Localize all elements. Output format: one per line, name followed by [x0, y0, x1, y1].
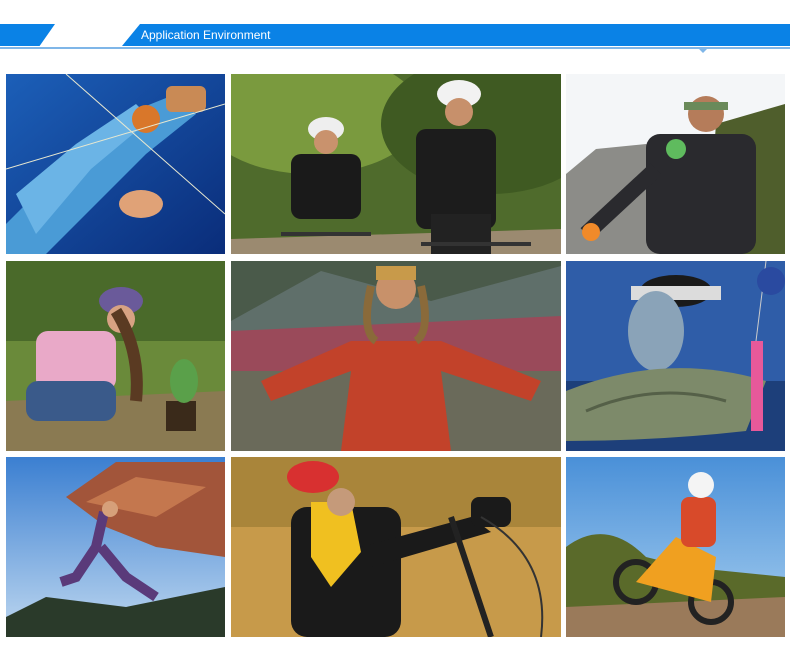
rock-climbing-photo	[566, 74, 785, 254]
gardening-photo	[6, 261, 225, 451]
fishing-photo	[6, 74, 225, 254]
bouldering-photo	[6, 457, 225, 637]
motocross-photo	[566, 457, 785, 637]
cycling-photo	[231, 74, 561, 254]
header-pointer-icon	[697, 47, 709, 53]
mountain-bike-photo	[231, 457, 561, 637]
hiking-photo	[231, 261, 561, 451]
header-divider	[0, 47, 790, 49]
fish-catch-photo	[566, 261, 785, 451]
section-header	[0, 24, 790, 46]
section-title: Application Environment	[141, 28, 271, 42]
header-left-accent	[0, 24, 55, 46]
